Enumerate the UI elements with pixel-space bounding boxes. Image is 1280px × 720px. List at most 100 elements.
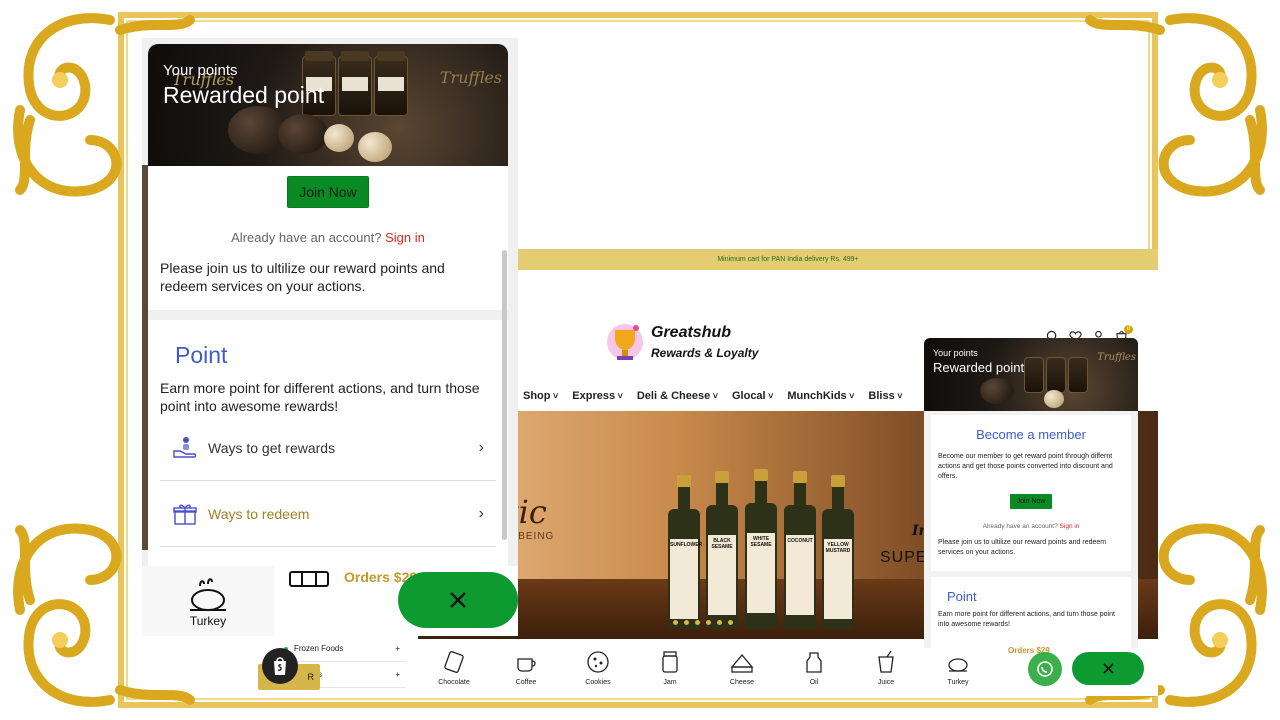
header-subtitle: Your points [163, 62, 238, 79]
truffle-slice [1044, 390, 1064, 408]
category-turkey-large[interactable]: Turkey [142, 566, 274, 636]
truffle [278, 114, 328, 154]
announcement-bar: Minimum cart for PAN India delivery Rs. … [418, 249, 1158, 270]
join-now-button[interactable]: Join Now [1009, 494, 1053, 509]
cheese-icon [730, 653, 754, 673]
signin-prompt: Already have an account? Sign in [231, 230, 425, 245]
orders-promo: Orders $29 [288, 566, 417, 588]
widget-scrollbar[interactable] [502, 250, 507, 540]
header-title: Rewarded point [933, 360, 1025, 375]
category-coffee[interactable]: Coffee [490, 639, 562, 696]
plus-icon[interactable]: + [395, 670, 400, 679]
truffle-jar [1024, 357, 1044, 393]
member-title: Become a member [976, 427, 1086, 442]
truffle-slice [324, 124, 354, 152]
nav-glocal[interactable]: Glocal [732, 390, 773, 402]
close-widget-button[interactable] [398, 572, 518, 628]
turkey-icon [948, 658, 968, 672]
category-cheese[interactable]: Cheese [706, 639, 778, 696]
ways-to-redeem[interactable]: Ways to redeem › [160, 481, 496, 547]
join-description: Please join us to ultilize our reward po… [160, 260, 445, 294]
jam-icon [662, 651, 678, 673]
nav-express[interactable]: Express [572, 390, 623, 402]
join-description: Please join us to ultilize our reward po… [938, 539, 1107, 556]
truffle [980, 378, 1014, 404]
hand-person-icon [173, 436, 197, 458]
product-brand: Truffles [1097, 352, 1136, 363]
brand-logo[interactable]: Greatshub Rewards & Loyalty [603, 320, 758, 364]
bottle-label: WHITE SESAME [747, 533, 775, 613]
truffle-slice [358, 132, 392, 162]
whatsapp-icon [1037, 661, 1053, 677]
main-nav: Shop Express Deli & Cheese Glocal MunchK… [523, 390, 902, 402]
header-title: Rewarded point [163, 82, 325, 108]
rewards-widget-small: Truffles Your points Rewarded point Beco… [924, 338, 1138, 648]
rewards-widget-large: Truffles Truffles Your points Rewarded p… [148, 44, 508, 566]
truffle-jar [1046, 357, 1066, 393]
brand-tagline: Rewards & Loyalty [651, 346, 759, 360]
close-widget-button[interactable] [1072, 652, 1144, 685]
oil-bottle: BLACK SESAME [706, 471, 738, 629]
category-cookies[interactable]: Cookies [562, 639, 634, 696]
truffle-jar [338, 51, 372, 116]
cookie-icon [587, 651, 609, 673]
coffee-icon [517, 658, 536, 672]
trophy-icon [607, 324, 643, 360]
point-description: Earn more point for different actions, a… [938, 611, 1115, 628]
nav-munchkids[interactable]: MunchKids [787, 390, 854, 402]
nav-deli-cheese[interactable]: Deli & Cheese [637, 390, 718, 402]
bottle-label: COCONUT [786, 535, 814, 615]
product-brand: Truffles [439, 68, 502, 87]
member-description: Become our member to get reward point th… [938, 453, 1113, 480]
plus-icon[interactable]: + [395, 644, 400, 653]
oil-bottle: WHITE SESAME [745, 469, 777, 629]
bottle-label: BLACK SESAME [708, 535, 736, 615]
category-oil[interactable]: Oil [778, 639, 850, 696]
gift-icon [173, 504, 197, 525]
oil-bottle: YELLOW MUSTARD [822, 475, 854, 629]
close-icon [1102, 663, 1114, 674]
carousel-dots[interactable] [673, 620, 733, 625]
bottle-label: YELLOW MUSTARD [824, 539, 852, 619]
bottle-label: SUNFLOWER [670, 539, 702, 619]
point-title: Point [175, 342, 228, 368]
widget-header: Truffles Your points Rewarded point [924, 338, 1138, 411]
nav-shop[interactable]: Shop [523, 390, 558, 402]
chevron-right-icon: › [478, 504, 484, 522]
nav-bliss[interactable]: Bliss [868, 390, 902, 402]
chevron-right-icon: › [478, 438, 484, 456]
chocolate-icon [444, 651, 464, 673]
cart-count-badge: 0 [1124, 325, 1133, 334]
join-now-button[interactable]: Join Now [287, 176, 369, 208]
shopify-badge[interactable] [262, 648, 298, 684]
point-title: Point [947, 589, 977, 604]
category-chocolate[interactable]: Chocolate [418, 639, 490, 696]
screenshot: Minimum cart for PAN India delivery Rs. … [0, 0, 1280, 720]
member-card: Become a member Become our member to get… [931, 415, 1131, 571]
truffle-jar [374, 51, 408, 116]
shopify-bag-icon [274, 657, 286, 675]
point-card: Point Earn more point for different acti… [148, 320, 508, 566]
ornament-icon [1070, 0, 1280, 210]
whatsapp-button[interactable] [1028, 652, 1062, 686]
widget-header: Truffles Truffles Your points Rewarded p… [148, 44, 508, 166]
close-icon [450, 592, 466, 608]
juice-icon [878, 650, 894, 673]
brand-name: Greatshub [651, 324, 732, 341]
signin-prompt: Already have an account? Sign in [982, 523, 1080, 530]
category-jam[interactable]: Jam [634, 639, 706, 696]
oil-bottle: SUNFLOWER [668, 475, 702, 629]
join-card: Join Now Already have an account? Sign i… [148, 166, 508, 310]
signin-link[interactable]: Sign in [1060, 523, 1080, 530]
signin-link[interactable]: Sign in [385, 230, 425, 245]
truffle-jar [1068, 357, 1088, 393]
category-juice[interactable]: Juice [850, 639, 922, 696]
hero-right-text-2: SUPE [880, 549, 928, 566]
ways-to-get-rewards[interactable]: Ways to get rewards › [160, 415, 496, 481]
turkey-icon [190, 578, 226, 611]
header-subtitle: Your points [933, 348, 978, 358]
oil-bottle: COCONUT [784, 471, 816, 629]
oil-icon [806, 652, 822, 673]
point-description: Earn more point for different actions, a… [160, 380, 480, 414]
point-card: Point Earn more point for different acti… [931, 577, 1131, 648]
